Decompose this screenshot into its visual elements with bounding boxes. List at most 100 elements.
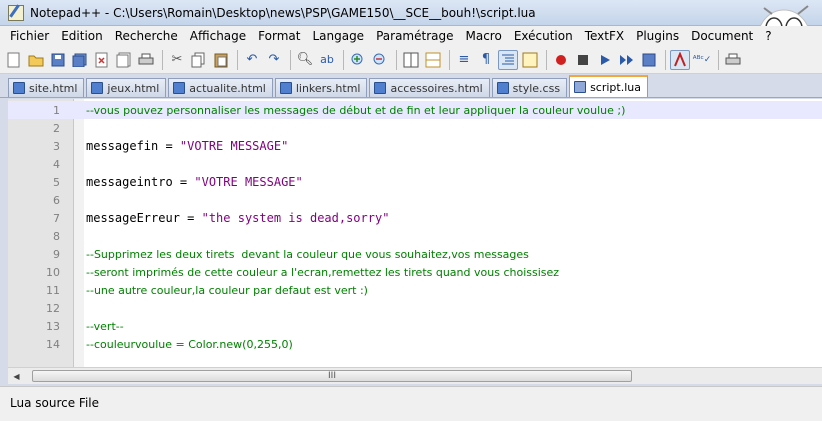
menu-langage[interactable]: Langage xyxy=(306,29,370,43)
sync-vertical-icon[interactable] xyxy=(401,50,421,70)
undo-icon[interactable]: ↶ xyxy=(242,50,262,70)
string-literal: "VOTRE MESSAGE" xyxy=(179,139,289,153)
editor-line[interactable]: 7 messageErreur = "the system is dead,sor… xyxy=(8,209,822,227)
new-file-icon[interactable] xyxy=(4,50,24,70)
macro-run-multiple-icon[interactable] xyxy=(617,50,637,70)
menu-recherche[interactable]: Recherche xyxy=(109,29,184,43)
menu-format[interactable]: Format xyxy=(252,29,306,43)
paste-icon[interactable] xyxy=(211,50,231,70)
window-title: Notepad++ - C:\Users\Romain\Desktop\news… xyxy=(30,5,536,20)
document-icon xyxy=(279,82,292,94)
scrollbar-thumb[interactable]: III xyxy=(32,370,632,382)
editor-line[interactable]: 4 xyxy=(8,155,822,173)
indent-guide-icon[interactable] xyxy=(498,49,518,70)
menu-fichier[interactable]: Fichier xyxy=(4,29,55,43)
line-number: 7 xyxy=(53,211,60,225)
line-number: 12 xyxy=(46,301,60,315)
pdf-plugin-icon[interactable] xyxy=(670,49,690,70)
menu-document[interactable]: Document xyxy=(685,29,759,43)
editor-line[interactable]: 12 xyxy=(8,299,822,317)
word-wrap-icon[interactable]: ≡ xyxy=(454,50,474,70)
macro-record-icon[interactable] xyxy=(551,50,571,70)
macro-play-icon[interactable] xyxy=(595,50,615,70)
line-number: 11 xyxy=(46,283,60,297)
tab-linkers-html[interactable]: linkers.html xyxy=(274,78,368,97)
macro-stop-icon[interactable] xyxy=(573,50,593,70)
find-icon[interactable]: 🔍︎ xyxy=(295,50,315,70)
code-text: messagefin = "VOTRE MESSAGE" xyxy=(86,139,288,153)
macro-save-icon[interactable] xyxy=(639,50,659,70)
tab-actualite-html[interactable]: actualite.html xyxy=(168,78,273,97)
close-all-icon[interactable] xyxy=(114,50,134,70)
line-number: 9 xyxy=(53,247,60,261)
code-text: messageintro = "VOTRE MESSAGE" xyxy=(86,175,303,189)
user-language-icon[interactable] xyxy=(520,50,540,70)
tab-site-html[interactable]: site.html xyxy=(8,78,85,97)
menu-plugins[interactable]: Plugins xyxy=(630,29,685,43)
code-editor[interactable]: 1 --vous pouvez personnaliser les message… xyxy=(8,99,822,367)
tab-jeux-html[interactable]: jeux.html xyxy=(86,78,167,97)
menu-affichage[interactable]: Affichage xyxy=(184,29,252,43)
editor-line[interactable]: 5 messageintro = "VOTRE MESSAGE" xyxy=(8,173,822,191)
code-segment: --couleurvoulue = Color.new(0,255,0) xyxy=(86,337,293,351)
code-segment: --vert-- xyxy=(86,319,124,333)
cut-icon[interactable]: ✂ xyxy=(167,50,187,70)
print-icon[interactable] xyxy=(136,50,156,70)
zoom-out-icon[interactable] xyxy=(370,50,390,70)
redo-icon[interactable]: ↷ xyxy=(264,50,284,70)
code-text: --couleurvoulue = Color.new(0,255,0) xyxy=(86,338,293,351)
code-text: --une autre couleur,la couleur par defau… xyxy=(86,284,368,297)
copy-icon[interactable] xyxy=(189,50,209,70)
show-all-chars-icon[interactable]: ¶ xyxy=(476,50,496,70)
save-icon[interactable] xyxy=(48,50,68,70)
code-segment: --une autre couleur,la couleur par defau… xyxy=(86,283,368,297)
toolbar-separator xyxy=(162,49,163,70)
line-number: 10 xyxy=(46,265,60,279)
sync-horizontal-icon[interactable] xyxy=(423,50,443,70)
editor-line[interactable]: 11 --une autre couleur,la couleur par def… xyxy=(8,281,822,299)
code-segment: --Supprimez les deux tirets devant la co… xyxy=(86,247,529,261)
spell-check-icon[interactable]: ᴬᴮᶜ✓ xyxy=(692,50,712,70)
document-icon xyxy=(91,82,104,94)
line-number: 13 xyxy=(46,319,60,333)
menu-execution[interactable]: Exécution xyxy=(508,29,579,43)
toolbar-separator xyxy=(546,49,547,70)
menu-macro[interactable]: Macro xyxy=(459,29,507,43)
replace-icon[interactable]: ab xyxy=(317,50,337,70)
menu-textfx[interactable]: TextFX xyxy=(579,29,630,43)
document-tab-bar: site.html jeux.html actualite.html linke… xyxy=(0,74,822,98)
editor-line[interactable]: 3 messagefin = "VOTRE MESSAGE" xyxy=(8,137,822,155)
open-folder-icon[interactable] xyxy=(26,50,46,70)
toolbar-separator xyxy=(343,49,344,70)
line-number: 3 xyxy=(53,139,60,153)
title-bar: Notepad++ - C:\Users\Romain\Desktop\news… xyxy=(0,0,822,26)
horizontal-scrollbar[interactable]: ◀ III xyxy=(8,367,822,384)
close-file-icon[interactable] xyxy=(92,50,112,70)
menu-parametrage[interactable]: Paramétrage xyxy=(370,29,459,43)
tab-style-css[interactable]: style.css xyxy=(491,78,568,97)
editor-line[interactable]: 2 xyxy=(8,119,822,137)
tab-script-lua[interactable]: script.lua xyxy=(569,75,648,97)
menu-help[interactable]: ? xyxy=(759,29,777,43)
zoom-in-icon[interactable] xyxy=(348,50,368,70)
toolbar-separator xyxy=(449,49,450,70)
code-segment: --vous pouvez personnaliser les messages… xyxy=(86,103,626,117)
scroll-left-arrow-icon[interactable]: ◀ xyxy=(8,368,25,385)
editor-line[interactable]: 1 --vous pouvez personnaliser les message… xyxy=(8,101,822,119)
code-segment: messagefin = xyxy=(86,139,180,153)
print-now-icon[interactable] xyxy=(723,50,743,70)
editor-line[interactable]: 8 xyxy=(8,227,822,245)
menu-edition[interactable]: Edition xyxy=(55,29,109,43)
editor-line[interactable]: 14 --couleurvoulue = Color.new(0,255,0) xyxy=(8,335,822,353)
editor-line[interactable]: 10 --seront imprimés de cette couleur a l… xyxy=(8,263,822,281)
line-number: 14 xyxy=(46,337,60,351)
editor-line[interactable]: 13 --vert-- xyxy=(8,317,822,335)
tab-accessoires-html[interactable]: accessoires.html xyxy=(369,78,490,97)
document-icon xyxy=(496,82,509,94)
line-number: 8 xyxy=(53,229,60,243)
save-all-icon[interactable] xyxy=(70,50,90,70)
editor-line[interactable]: 9 --Supprimez les deux tirets devant la c… xyxy=(8,245,822,263)
editor-line[interactable]: 6 xyxy=(8,191,822,209)
toolbar-separator xyxy=(665,49,666,70)
line-number: 4 xyxy=(53,157,60,171)
